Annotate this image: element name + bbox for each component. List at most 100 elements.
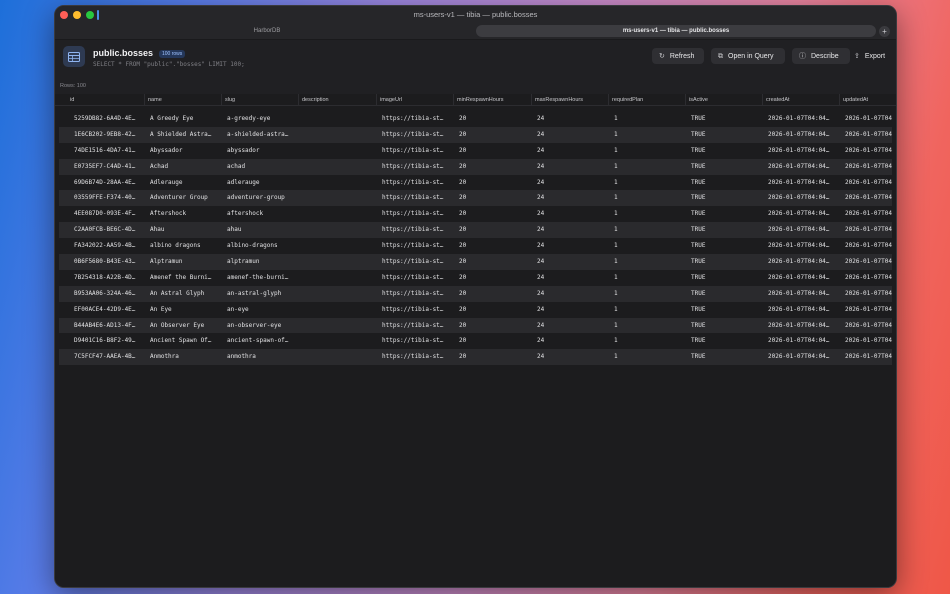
table-cell-updatedat[interactable]: 2026-01-07T04 [845, 175, 896, 191]
results-grid[interactable]: id name slug description imageUrl minRespawnH… [55, 94, 896, 587]
table-cell-id[interactable]: 5259DB82-6A4D-4E… [74, 111, 155, 127]
table-cell-maxrespawnhours[interactable]: 24 [537, 159, 610, 175]
table-cell-maxrespawnhours[interactable]: 24 [537, 302, 610, 318]
table-cell-id[interactable]: 0B6F5680-B43E-43… [74, 254, 155, 270]
table-cell-imageurl[interactable]: https://tibia-st… [382, 159, 455, 175]
table-cell-slug[interactable]: amenef-the-burni… [227, 270, 300, 286]
table-cell-name[interactable]: Adventurer Group [150, 190, 223, 206]
table-cell-updatedat[interactable]: 2026-01-07T04 [845, 206, 896, 222]
table-row[interactable]: B44AB4E6-AD13-4F… An Observer Eye an-obser… [59, 317, 892, 334]
table-cell-isactive[interactable]: TRUE [691, 270, 764, 286]
table-cell-createdat[interactable]: 2026-01-07T04:04… [768, 159, 841, 175]
table-cell-requiredplan[interactable]: 1 [614, 190, 687, 206]
table-cell-id[interactable]: B44AB4E6-AD13-4F… [74, 318, 155, 334]
table-cell-maxrespawnhours[interactable]: 24 [537, 254, 610, 270]
table-cell-slug[interactable]: ancient-spawn-of… [227, 333, 300, 349]
table-cell-description[interactable] [304, 349, 378, 365]
table-cell-imageurl[interactable]: https://tibia-st… [382, 349, 455, 365]
table-cell-maxrespawnhours[interactable]: 24 [537, 111, 610, 127]
table-cell-imageurl[interactable]: https://tibia-st… [382, 254, 455, 270]
column-header-isactive[interactable]: isActive [685, 94, 762, 106]
table-cell-minrespawnhours[interactable]: 20 [459, 159, 533, 175]
table-cell-minrespawnhours[interactable]: 20 [459, 318, 533, 334]
table-cell-description[interactable] [304, 333, 378, 349]
table-cell-maxrespawnhours[interactable]: 24 [537, 238, 610, 254]
table-cell-slug[interactable]: adlerauge [227, 175, 300, 191]
refresh-button[interactable]: ↻ Refresh [652, 48, 704, 64]
column-header-updatedat[interactable]: updatedAt [839, 94, 896, 106]
table-cell-requiredplan[interactable]: 1 [614, 159, 687, 175]
table-cell-createdat[interactable]: 2026-01-07T04:04… [768, 143, 841, 159]
table-cell-id[interactable]: B953AA06-324A-46… [74, 286, 155, 302]
export-button[interactable]: ⇪ Export [852, 48, 892, 64]
table-cell-isactive[interactable]: TRUE [691, 111, 764, 127]
table-cell-isactive[interactable]: TRUE [691, 206, 764, 222]
table-cell-createdat[interactable]: 2026-01-07T04:04… [768, 302, 841, 318]
table-row[interactable]: EF00ACE4-42D9-4E… An Eye an-eye https://tib… [59, 302, 892, 318]
table-cell-requiredplan[interactable]: 1 [614, 270, 687, 286]
table-cell-requiredplan[interactable]: 1 [614, 333, 687, 349]
table-cell-id[interactable]: 7C5FCF47-AAEA-4B… [74, 349, 155, 365]
table-cell-isactive[interactable]: TRUE [691, 349, 764, 365]
table-cell-name[interactable]: A Shielded Astra… [150, 127, 223, 143]
table-cell-description[interactable] [304, 302, 378, 318]
table-cell-minrespawnhours[interactable]: 20 [459, 190, 533, 206]
column-header-createdat[interactable]: createdAt [762, 94, 839, 106]
table-cell-description[interactable] [304, 111, 378, 127]
table-cell-maxrespawnhours[interactable]: 24 [537, 127, 610, 143]
column-header-requiredplan[interactable]: requiredPlan [608, 94, 685, 106]
table-cell-isactive[interactable]: TRUE [691, 286, 764, 302]
table-cell-updatedat[interactable]: 2026-01-07T04 [845, 159, 896, 175]
table-cell-minrespawnhours[interactable]: 20 [459, 143, 533, 159]
table-cell-createdat[interactable]: 2026-01-07T04:04… [768, 111, 841, 127]
column-header-id[interactable]: id [59, 94, 144, 106]
table-cell-updatedat[interactable]: 2026-01-07T04 [845, 238, 896, 254]
table-cell-updatedat[interactable]: 2026-01-07T04 [845, 270, 896, 286]
table-cell-slug[interactable]: an-astral-glyph [227, 286, 300, 302]
table-cell-imageurl[interactable]: https://tibia-st… [382, 143, 455, 159]
table-cell-isactive[interactable]: TRUE [691, 127, 764, 143]
table-cell-id[interactable]: 69D6B74D-28AA-4E… [74, 175, 155, 191]
table-cell-updatedat[interactable]: 2026-01-07T04 [845, 302, 896, 318]
table-cell-description[interactable] [304, 222, 378, 238]
table-cell-imageurl[interactable]: https://tibia-st… [382, 333, 455, 349]
table-cell-description[interactable] [304, 206, 378, 222]
table-cell-imageurl[interactable]: https://tibia-st… [382, 318, 455, 334]
table-cell-description[interactable] [304, 238, 378, 254]
table-row[interactable]: 69D6B74D-28AA-4E… Adlerauge adlerauge https… [59, 175, 892, 191]
table-cell-isactive[interactable]: TRUE [691, 143, 764, 159]
table-cell-minrespawnhours[interactable]: 20 [459, 333, 533, 349]
table-cell-name[interactable]: An Astral Glyph [150, 286, 223, 302]
table-cell-name[interactable]: Amenef the Burni… [150, 270, 223, 286]
table-cell-name[interactable]: An Eye [150, 302, 223, 318]
table-cell-description[interactable] [304, 175, 378, 191]
new-tab-button[interactable]: + [879, 26, 890, 37]
table-cell-description[interactable] [304, 190, 378, 206]
table-cell-maxrespawnhours[interactable]: 24 [537, 222, 610, 238]
table-cell-id[interactable]: C2AA0FCB-BE6C-4D… [74, 222, 155, 238]
table-cell-maxrespawnhours[interactable]: 24 [537, 206, 610, 222]
column-header-imageurl[interactable]: imageUrl [376, 94, 453, 106]
table-cell-imageurl[interactable]: https://tibia-st… [382, 286, 455, 302]
table-cell-imageurl[interactable]: https://tibia-st… [382, 190, 455, 206]
table-cell-name[interactable]: Alptramun [150, 254, 223, 270]
table-cell-minrespawnhours[interactable]: 20 [459, 238, 533, 254]
table-cell-updatedat[interactable]: 2026-01-07T04 [845, 254, 896, 270]
table-cell-minrespawnhours[interactable]: 20 [459, 127, 533, 143]
table-cell-slug[interactable]: alptramun [227, 254, 300, 270]
table-cell-slug[interactable]: an-eye [227, 302, 300, 318]
table-cell-maxrespawnhours[interactable]: 24 [537, 270, 610, 286]
table-cell-isactive[interactable]: TRUE [691, 302, 764, 318]
open-in-query-button[interactable]: ⧉ Open in Query [711, 48, 785, 64]
table-cell-maxrespawnhours[interactable]: 24 [537, 318, 610, 334]
table-cell-id[interactable]: EF00ACE4-42D9-4E… [74, 302, 155, 318]
table-row[interactable]: 1E6CB202-9EB8-42… A Shielded Astra… a-shie… [59, 126, 892, 143]
table-cell-isactive[interactable]: TRUE [691, 254, 764, 270]
table-cell-updatedat[interactable]: 2026-01-07T04 [845, 111, 896, 127]
table-cell-requiredplan[interactable]: 1 [614, 318, 687, 334]
table-cell-name[interactable]: A Greedy Eye [150, 111, 223, 127]
table-row[interactable]: 4EE087D0-093E-4F… Aftershock aftershock htt… [59, 206, 892, 222]
table-cell-requiredplan[interactable]: 1 [614, 349, 687, 365]
table-row[interactable]: 74DE1516-4DA7-41… Abyssador abyssador https… [59, 143, 892, 159]
table-cell-id[interactable]: FA342022-AA59-4B… [74, 238, 155, 254]
